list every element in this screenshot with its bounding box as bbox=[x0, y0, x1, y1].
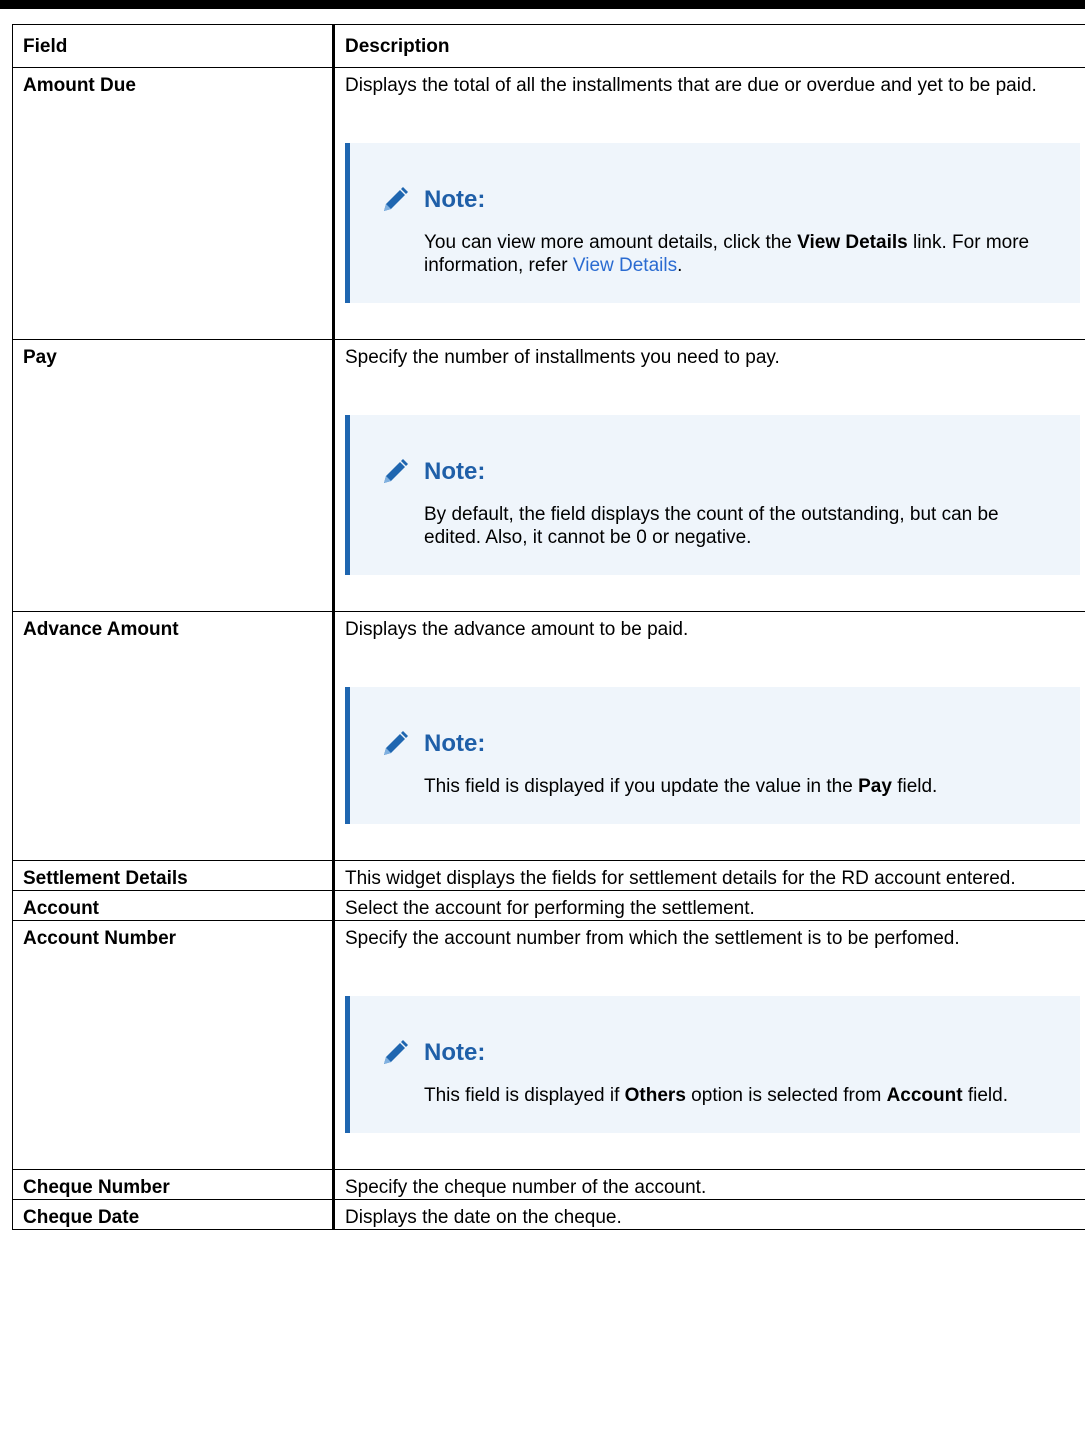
note-text-segment: This field is displayed if you update th… bbox=[424, 776, 859, 797]
pencil-icon bbox=[378, 455, 412, 489]
field-description-cell: Select the account for performing the se… bbox=[333, 890, 1085, 921]
note-text-segment: field. bbox=[891, 776, 938, 797]
table-row: Cheque Date Displays the date on the cheq… bbox=[12, 1199, 1085, 1230]
description-text: Displays the advance amount to be paid. bbox=[345, 619, 689, 640]
note-text-segment: option is selected from bbox=[685, 1085, 887, 1106]
table-row: Cheque Number Specify the cheque number o… bbox=[12, 1169, 1085, 1200]
note-header: Note: bbox=[378, 727, 1050, 761]
field-description-cell: Displays the total of all the installmen… bbox=[333, 67, 1085, 340]
note-emphasis: Account bbox=[886, 1085, 963, 1106]
note-emphasis: View Details bbox=[797, 232, 908, 253]
note-text-segment: This field is displayed if bbox=[424, 1085, 625, 1106]
description-text: Displays the date on the cheque. bbox=[345, 1207, 622, 1228]
field-name-cell: Cheque Date bbox=[12, 1199, 335, 1230]
description-text: Select the account for performing the se… bbox=[345, 898, 755, 919]
note-text: By default, the field displays the count… bbox=[378, 503, 1050, 549]
field-description-cell: This widget displays the fields for sett… bbox=[333, 860, 1085, 891]
note-callout: Note: By default, the field displays the … bbox=[345, 415, 1080, 575]
note-header: Note: bbox=[378, 455, 1050, 489]
note-emphasis: Others bbox=[624, 1085, 686, 1106]
note-title: Note: bbox=[424, 458, 486, 485]
note-callout: Note: This field is displayed if Others o… bbox=[345, 996, 1080, 1133]
table-row: Pay Specify the number of installments yo… bbox=[12, 339, 1085, 612]
note-text-segment: . bbox=[677, 255, 683, 276]
field-description-cell: Specify the number of installments you n… bbox=[333, 339, 1085, 612]
view-details-link[interactable]: View Details bbox=[573, 255, 677, 276]
note-header: Note: bbox=[378, 1036, 1050, 1070]
note-text-segment: By default, the field displays the count… bbox=[424, 504, 999, 548]
table-row: Account Number Specify the account number… bbox=[12, 920, 1085, 1170]
field-name-cell: Settlement Details bbox=[12, 860, 335, 891]
table-row: Settlement Details This widget displays t… bbox=[12, 860, 1085, 891]
table-row: Account Select the account for performing… bbox=[12, 890, 1085, 921]
note-title: Note: bbox=[424, 1039, 486, 1066]
field-name-cell: Advance Amount bbox=[12, 611, 335, 861]
note-text: You can view more amount details, click … bbox=[378, 231, 1050, 277]
description-text: This widget displays the fields for sett… bbox=[345, 868, 1016, 889]
description-text: Specify the cheque number of the account… bbox=[345, 1177, 707, 1198]
field-description-cell: Displays the advance amount to be paid. N… bbox=[333, 611, 1085, 861]
field-name-cell: Account Number bbox=[12, 920, 335, 1170]
note-title: Note: bbox=[424, 186, 486, 213]
description-text: Displays the total of all the installmen… bbox=[345, 75, 1037, 96]
pencil-icon bbox=[378, 727, 412, 761]
note-text: This field is displayed if Others option… bbox=[378, 1084, 1050, 1107]
field-name-cell: Account bbox=[12, 890, 335, 921]
description-text: Specify the number of installments you n… bbox=[345, 347, 780, 368]
note-callout: Note: This field is displayed if you upda… bbox=[345, 687, 1080, 824]
field-description-cell: Specify the cheque number of the account… bbox=[333, 1169, 1085, 1200]
note-callout: Note: You can view more amount details, c… bbox=[345, 143, 1080, 303]
top-rule bbox=[0, 0, 1085, 9]
table-body: Amount Due Displays the total of all the … bbox=[12, 67, 1085, 1230]
field-name-cell: Cheque Number bbox=[12, 1169, 335, 1200]
field-name-cell: Amount Due bbox=[12, 67, 335, 340]
note-text-segment: field. bbox=[962, 1085, 1008, 1106]
note-header: Note: bbox=[378, 183, 1050, 217]
note-title: Note: bbox=[424, 730, 486, 757]
field-name-cell: Pay bbox=[12, 339, 335, 612]
table-row: Advance Amount Displays the advance amoun… bbox=[12, 611, 1085, 861]
field-description-cell: Displays the date on the cheque. bbox=[333, 1199, 1085, 1230]
table-header-row: Field Description bbox=[12, 24, 1085, 68]
field-description-table: Field Description Amount Due Displays the… bbox=[12, 24, 1085, 1230]
note-text-segment: You can view more amount details, click … bbox=[424, 232, 798, 253]
header-field: Field bbox=[12, 24, 335, 68]
header-description: Description bbox=[333, 24, 1085, 68]
description-text: Specify the account number from which th… bbox=[345, 928, 960, 949]
pencil-icon bbox=[378, 1036, 412, 1070]
note-text: This field is displayed if you update th… bbox=[378, 775, 1050, 798]
field-description-cell: Specify the account number from which th… bbox=[333, 920, 1085, 1170]
pencil-icon bbox=[378, 183, 412, 217]
note-emphasis: Pay bbox=[858, 776, 892, 797]
table-row: Amount Due Displays the total of all the … bbox=[12, 67, 1085, 340]
